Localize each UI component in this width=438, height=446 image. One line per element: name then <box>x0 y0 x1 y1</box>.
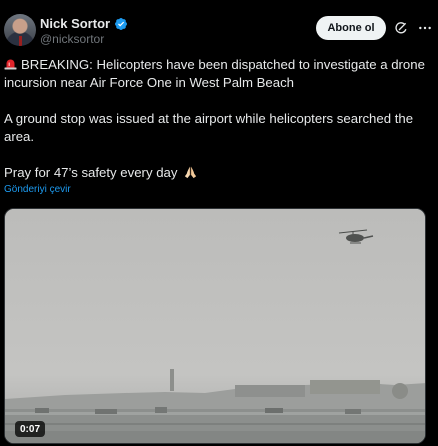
tweet-paragraph-1-text: BREAKING: Helicopters have been dispatch… <box>4 57 425 90</box>
author-name-row: Nick Sortor <box>40 16 128 31</box>
video-frame <box>5 209 425 443</box>
video-duration-badge: 0:07 <box>15 421 46 437</box>
grok-icon[interactable] <box>393 20 409 36</box>
tweet-paragraph-3-text: Pray for 47’s safety every day <box>4 165 178 180</box>
tweet-paragraph-2: A ground stop was issued at the airport … <box>4 111 414 144</box>
siren-icon <box>4 59 17 70</box>
author-handle[interactable]: @nicksortor <box>40 32 104 46</box>
verified-badge-icon <box>115 17 128 30</box>
translate-post-link[interactable]: Gönderiyi çevir <box>4 184 71 195</box>
pray-icon <box>185 166 197 179</box>
author-display-name[interactable]: Nick Sortor <box>40 16 110 31</box>
tweet-paragraph-breaking: BREAKING: Helicopters have been dispatch… <box>4 56 432 92</box>
follow-button[interactable]: Abone ol <box>316 16 386 40</box>
avatar[interactable] <box>4 14 36 46</box>
tweet-text: BREAKING: Helicopters have been dispatch… <box>4 56 432 182</box>
tweet-header: Nick Sortor @nicksortor Abone ol <box>0 0 438 56</box>
tweet-paragraph-pray: Pray for 47’s safety every day <box>4 164 432 182</box>
more-icon[interactable] <box>417 20 433 36</box>
video-player[interactable]: 0:07 <box>4 208 426 444</box>
